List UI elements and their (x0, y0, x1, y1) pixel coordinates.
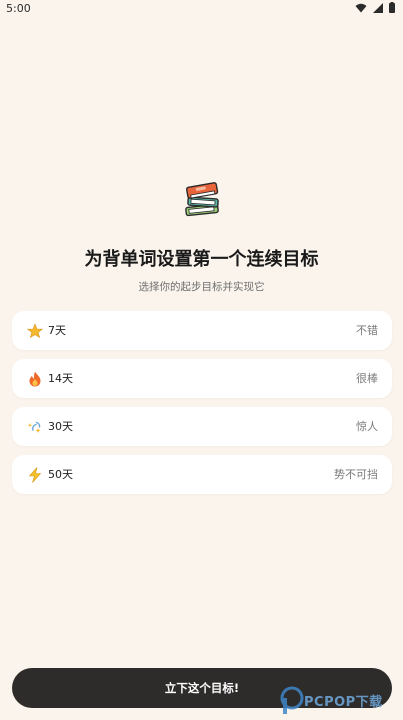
goal-days-label: 30天 (48, 420, 73, 433)
status-icons (355, 2, 395, 13)
hero (0, 176, 403, 220)
goal-tag-label: 势不可挡 (334, 468, 378, 481)
battery-icon (389, 2, 395, 13)
goal-options-list: 7天 不错 14天 很棒 30天 惊人 50天 势不可挡 (12, 311, 392, 503)
wifi-icon (355, 3, 367, 13)
goal-option-30-days[interactable]: 30天 惊人 (12, 407, 392, 446)
lightning-icon (26, 466, 44, 484)
goal-days-label: 14天 (48, 372, 73, 385)
goal-option-7-days[interactable]: 7天 不错 (12, 311, 392, 350)
signal-icon (373, 2, 383, 13)
watermark-logo-icon (280, 686, 304, 720)
goal-option-50-days[interactable]: 50天 势不可挡 (12, 455, 392, 494)
goal-days-label: 50天 (48, 468, 73, 481)
watermark: PCPOP下载 (280, 682, 402, 718)
status-bar: 5:00 (0, 0, 403, 18)
goal-setup-screen: 5:00 为背单词设置第一个连续目标 选择你的起步目标并实现它 7天 不错 14… (0, 0, 403, 720)
status-time: 5:00 (6, 2, 31, 15)
goal-tag-label: 很棒 (356, 372, 378, 385)
goal-tag-label: 不错 (356, 324, 378, 337)
star-icon (26, 322, 44, 340)
page-title: 为背单词设置第一个连续目标 (84, 249, 319, 270)
page-subtitle: 选择你的起步目标并实现它 (138, 281, 265, 293)
goal-days-label: 7天 (48, 324, 66, 337)
watermark-text: PCPOP下载 (304, 695, 383, 710)
fire-icon (26, 370, 44, 388)
goal-tag-label: 惊人 (356, 420, 378, 433)
sparkle-icon (26, 418, 44, 436)
goal-option-14-days[interactable]: 14天 很棒 (12, 359, 392, 398)
stacked-books-icon (180, 176, 224, 220)
